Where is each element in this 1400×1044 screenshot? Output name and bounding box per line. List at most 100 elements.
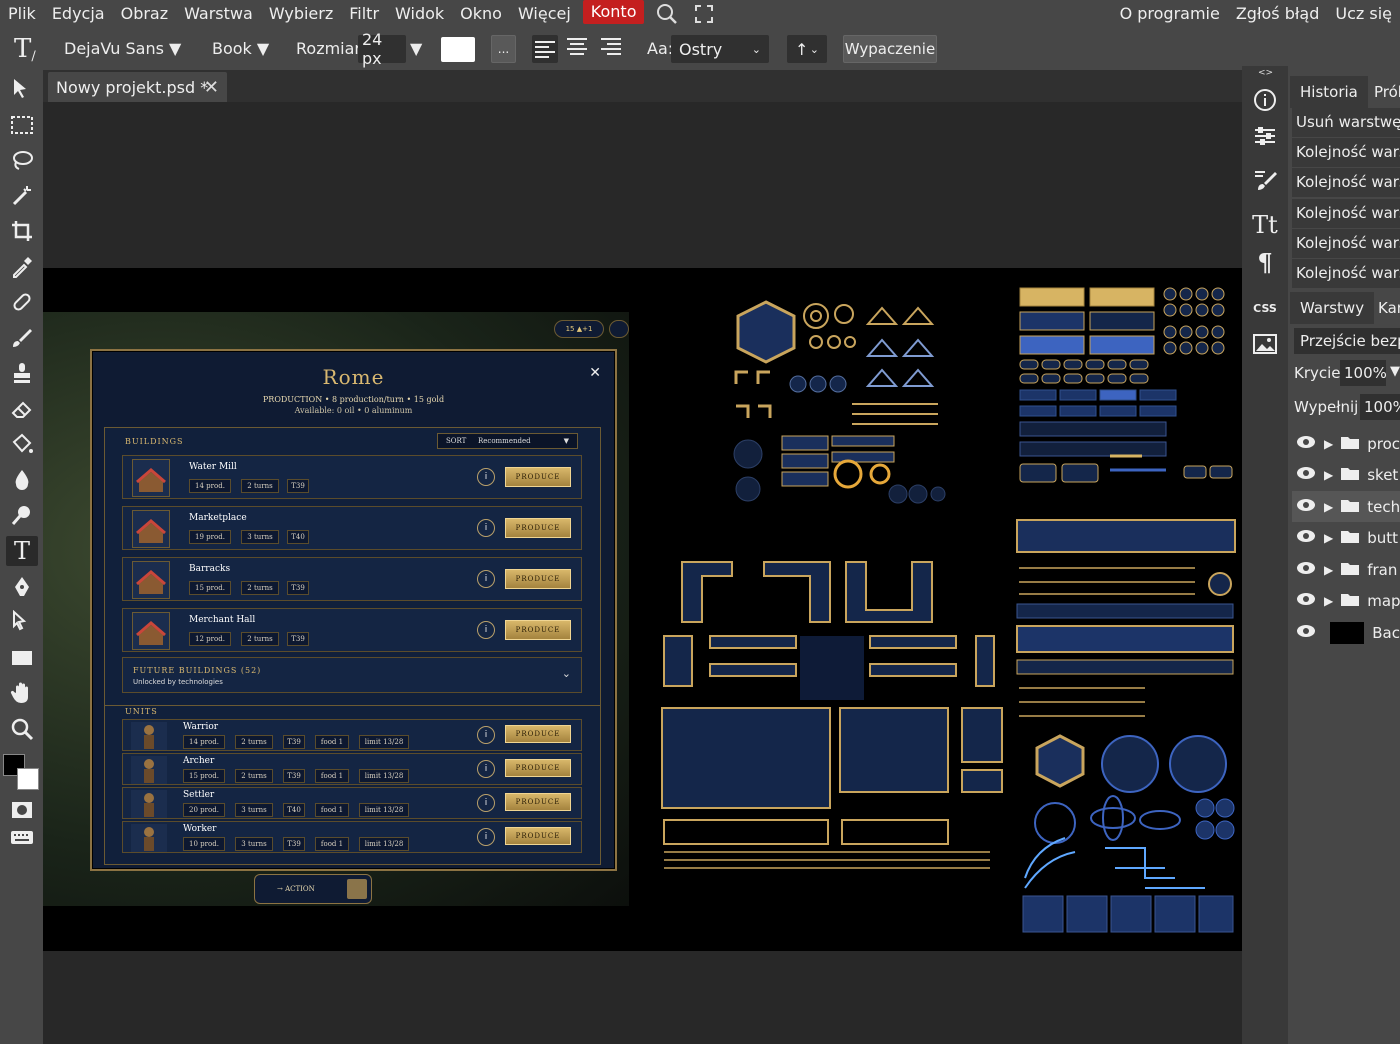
brush-tool-icon[interactable] (6, 323, 38, 353)
layer-row[interactable]: ▶ sket (1292, 460, 1400, 491)
canvas[interactable]: 15 ▲+1 Rome PRODUCTION • 8 production/tu… (43, 268, 1242, 951)
bake-button[interactable]: Wypaczenie (843, 35, 937, 63)
tab-channels[interactable]: Kan (1368, 292, 1400, 324)
produce-button[interactable]: PRODUCE (505, 620, 571, 640)
pen-tool-icon[interactable] (6, 572, 38, 602)
menu-about[interactable]: O programie (1112, 0, 1228, 28)
align-center-icon[interactable] (566, 37, 588, 59)
blur-drop-icon[interactable] (6, 465, 38, 495)
type-tool-button-icon[interactable]: T (6, 536, 38, 566)
adjustments-icon[interactable] (1246, 120, 1284, 152)
font-size-input[interactable]: 24 px (358, 30, 406, 68)
produce-button[interactable]: PRODUCE (505, 467, 571, 487)
history-item[interactable]: Kolejność warst (1292, 229, 1400, 258)
lasso-tool-icon[interactable] (6, 145, 38, 175)
future-buildings-row[interactable]: FUTURE BUILDINGS (52) Unlocked by techno… (122, 657, 582, 693)
unit-row[interactable]: Archer 15 prod. 2 turns T39 food 1 limit 13/2… (122, 753, 582, 785)
menu-image[interactable]: Obraz (113, 0, 177, 28)
layer-row[interactable]: Bac (1292, 617, 1400, 648)
menu-view[interactable]: Widok (387, 0, 452, 28)
font-family-select[interactable]: DejaVu Sans ▼ (64, 39, 181, 58)
marquee-tool-icon[interactable] (6, 110, 38, 140)
css-icon[interactable]: CSS (1246, 292, 1284, 324)
move-tool-icon[interactable] (6, 74, 38, 104)
sort-select[interactable]: SORT Recommended ▼ (437, 433, 578, 449)
tab-history[interactable]: Historia (1290, 76, 1368, 108)
opacity-dropdown-icon[interactable]: ▼ (1390, 364, 1400, 379)
info-icon[interactable]: i (477, 828, 495, 846)
menu-account[interactable]: Konto (582, 0, 645, 24)
more-options-button[interactable]: ... (491, 35, 516, 63)
menu-window[interactable]: Okno (452, 0, 510, 28)
layer-row[interactable]: ▶ map (1292, 586, 1400, 617)
close-tab-icon[interactable]: ✕ (204, 77, 219, 98)
blend-mode-select[interactable]: Przejście bezpo (1294, 328, 1400, 354)
opacity-input[interactable]: 100% (1340, 360, 1387, 386)
eye-icon[interactable] (1296, 592, 1316, 610)
building-row[interactable]: Merchant Hall 12 prod. 2 turns T39 i PRODUCE (122, 608, 582, 652)
building-row[interactable]: Water Mill 14 prod. 2 turns T39 i PRODUCE (122, 455, 582, 499)
history-item[interactable]: Kolejność warst (1292, 168, 1400, 197)
menu-learn[interactable]: Ucz się (1327, 0, 1400, 28)
quick-mask-icon[interactable] (6, 795, 38, 825)
eye-icon[interactable] (1296, 498, 1316, 516)
produce-button[interactable]: PRODUCE (505, 518, 571, 538)
menu-report-bug[interactable]: Zgłoś błąd (1228, 0, 1328, 28)
expand-chevron-icon[interactable]: ⌄ (562, 667, 571, 680)
expand-arrow-icon[interactable]: ▶ (1324, 468, 1333, 482)
align-right-icon[interactable] (600, 37, 622, 59)
produce-button[interactable]: PRODUCE (505, 569, 571, 589)
menu-edit[interactable]: Edycja (44, 0, 113, 28)
zoom-tool-icon[interactable] (6, 714, 38, 744)
font-size-dropdown-icon[interactable]: ▼ (410, 39, 422, 58)
history-item[interactable]: Kolejność warst (1292, 199, 1400, 228)
background-color-swatch[interactable] (17, 768, 39, 790)
stamp-tool-icon[interactable] (6, 358, 38, 388)
expand-arrow-icon[interactable]: ▶ (1324, 500, 1333, 514)
rectangle-tool-icon[interactable] (6, 643, 38, 673)
history-item[interactable]: Kolejność warst (1292, 259, 1400, 288)
eye-icon[interactable] (1296, 466, 1316, 484)
path-select-icon[interactable] (6, 607, 38, 637)
window-close-icon[interactable]: ✕ (589, 365, 601, 381)
info-icon[interactable]: i (477, 519, 495, 537)
dodge-tool-icon[interactable] (6, 500, 38, 530)
menu-layer[interactable]: Warstwa (176, 0, 261, 28)
hand-tool-icon[interactable] (6, 678, 38, 708)
crop-tool-icon[interactable] (6, 216, 38, 246)
info-icon[interactable]: i (477, 570, 495, 588)
produce-button[interactable]: PRODUCE (505, 793, 571, 811)
layer-row[interactable]: ▶ butt (1292, 523, 1400, 554)
layer-row[interactable]: ▶ tech (1292, 491, 1400, 522)
unit-row[interactable]: Settler 20 prod. 3 turns T40 food 1 limit 13/… (122, 787, 582, 819)
text-color-swatch[interactable] (441, 37, 475, 62)
fill-input[interactable]: 100% (1360, 394, 1400, 420)
eye-icon[interactable] (1296, 435, 1316, 453)
menu-select[interactable]: Wybierz (261, 0, 341, 28)
leading-select[interactable]: ↑ ⌄ (787, 35, 827, 63)
produce-button[interactable]: PRODUCE (505, 759, 571, 777)
magic-wand-icon[interactable] (6, 181, 38, 211)
document-tab[interactable]: Nowy projekt.psd * ✕ (48, 72, 227, 102)
eraser-tool-icon[interactable] (6, 394, 38, 424)
history-item[interactable]: Usuń warstwę (1292, 108, 1400, 137)
paint-bucket-icon[interactable] (6, 429, 38, 459)
align-left-icon[interactable] (532, 35, 558, 63)
tab-layers[interactable]: Warstwy (1290, 292, 1374, 324)
collapse-panels-icon[interactable]: <> (1258, 68, 1273, 78)
info-icon[interactable]: i (477, 468, 495, 486)
tab-brush-samples[interactable]: Prób (1364, 76, 1400, 108)
search-icon[interactable] (648, 0, 686, 28)
eye-icon[interactable] (1296, 561, 1316, 579)
info-icon[interactable]: i (477, 794, 495, 812)
info-icon[interactable] (1246, 84, 1284, 116)
info-icon[interactable]: i (477, 726, 495, 744)
produce-button[interactable]: PRODUCE (505, 827, 571, 845)
expand-arrow-icon[interactable]: ▶ (1324, 563, 1333, 577)
paragraph-icon[interactable]: ¶ (1246, 246, 1284, 278)
fullscreen-icon[interactable] (686, 0, 722, 28)
healing-brush-icon[interactable] (6, 287, 38, 317)
produce-button[interactable]: PRODUCE (505, 725, 571, 743)
eye-icon[interactable] (1296, 624, 1316, 642)
expand-arrow-icon[interactable]: ▶ (1324, 531, 1333, 545)
